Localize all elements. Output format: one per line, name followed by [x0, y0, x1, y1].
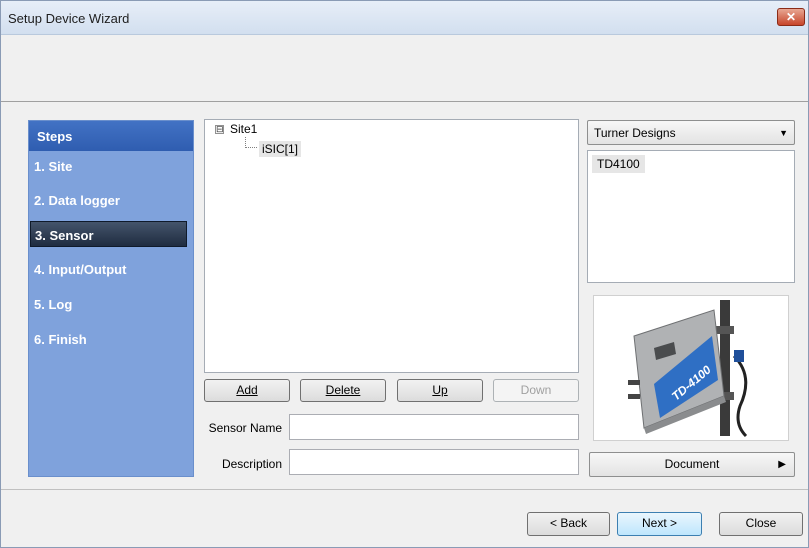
tree-connector: [245, 137, 257, 148]
device-image: TD-4100: [593, 295, 789, 441]
wizard-header-band: [1, 35, 808, 102]
up-button[interactable]: Up: [397, 379, 483, 402]
sensor-name-label: Sensor Name: [208, 421, 282, 435]
description-label: Description: [221, 457, 282, 471]
document-button[interactable]: Document ▶: [589, 452, 795, 477]
tree-node-sensor[interactable]: iSIC[1]: [259, 141, 302, 157]
delete-button-label: Delete: [325, 383, 361, 397]
manufacturer-select[interactable]: Turner Designs ▼: [587, 120, 795, 145]
steps-panel: Steps 1. Site 2. Data logger 3. Sensor 4…: [28, 120, 194, 477]
list-item[interactable]: TD4100: [592, 155, 645, 173]
step-input-output[interactable]: 4. Input/Output: [29, 255, 193, 281]
wizard-content: Steps 1. Site 2. Data logger 3. Sensor 4…: [1, 103, 808, 488]
step-data-logger[interactable]: 2. Data logger: [29, 186, 193, 212]
sensor-name-field[interactable]: [289, 414, 579, 440]
add-button-label: Add: [236, 383, 258, 397]
step-sensor[interactable]: 3. Sensor: [30, 221, 187, 247]
close-icon: ✕: [785, 10, 797, 24]
wizard-footer: < Back Next > Close: [1, 489, 808, 547]
next-button-label: Next >: [641, 516, 677, 530]
delete-button[interactable]: Delete: [300, 379, 386, 402]
description-field[interactable]: [289, 449, 579, 475]
model-list[interactable]: TD4100: [587, 150, 795, 283]
next-button[interactable]: Next >: [617, 512, 702, 536]
close-window-button[interactable]: ✕: [777, 8, 805, 26]
back-button[interactable]: < Back: [527, 512, 610, 536]
chevron-right-icon: ▶: [778, 459, 786, 470]
collapse-icon[interactable]: ⊟: [215, 125, 224, 134]
down-button-label: Down: [520, 383, 552, 397]
step-site[interactable]: 1. Site: [29, 152, 193, 178]
document-button-label: Document: [664, 457, 720, 471]
chevron-down-icon: ▼: [779, 128, 788, 138]
up-button-label: Up: [432, 383, 448, 397]
setup-device-wizard-window: Setup Device Wizard ✕ Steps 1. Site 2. D…: [0, 0, 809, 548]
device-illustration: [628, 300, 748, 438]
add-button[interactable]: Add: [204, 379, 290, 402]
close-button-label: Close: [745, 516, 777, 530]
step-finish[interactable]: 6. Finish: [29, 325, 193, 351]
manufacturer-selected: Turner Designs: [594, 126, 676, 140]
sensor-tree[interactable]: ⊟ Site1 iSIC[1]: [204, 119, 579, 373]
close-button[interactable]: Close: [719, 512, 803, 536]
back-button-label: < Back: [549, 516, 588, 530]
step-log[interactable]: 5. Log: [29, 290, 193, 316]
steps-header: Steps: [29, 121, 193, 151]
title-bar: Setup Device Wizard ✕: [1, 1, 808, 35]
window-title: Setup Device Wizard: [8, 11, 130, 26]
tree-node-site[interactable]: Site1: [230, 122, 257, 136]
down-button[interactable]: Down: [493, 379, 579, 402]
